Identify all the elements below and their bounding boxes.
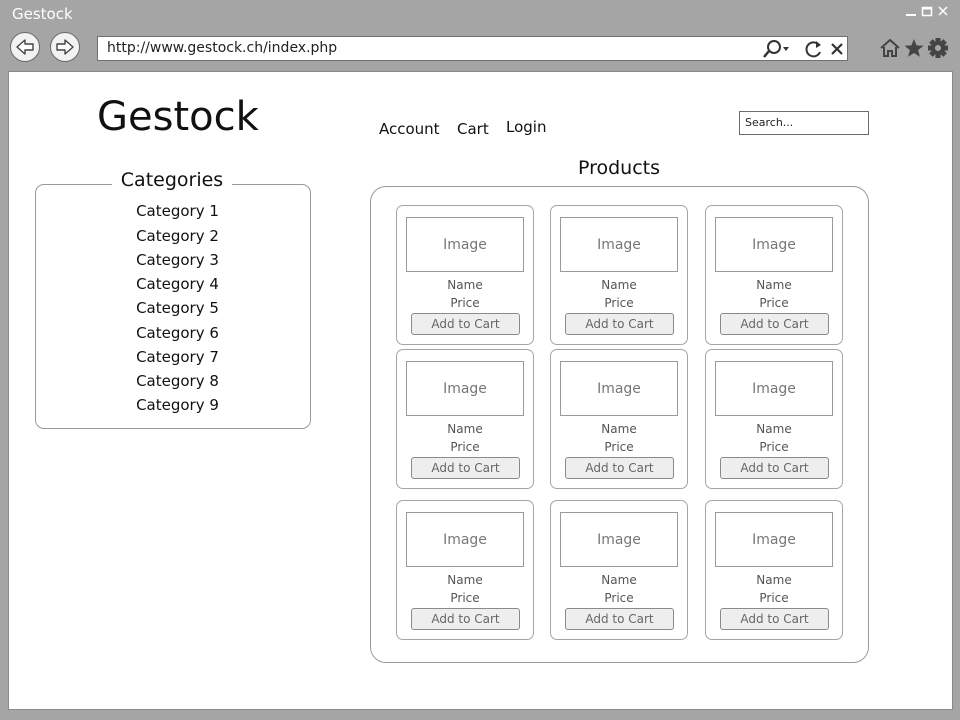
minimize-icon[interactable] [905, 4, 917, 22]
category-item[interactable]: Category 5 [110, 299, 245, 317]
close-icon[interactable] [829, 39, 845, 63]
product-card: Image Name Price Add to Cart [705, 500, 843, 640]
home-icon[interactable] [879, 37, 901, 64]
product-image[interactable]: Image [406, 512, 524, 567]
product-name: Name [447, 422, 483, 436]
product-name: Name [447, 278, 483, 292]
categories-title: Categories [112, 169, 232, 191]
category-item[interactable]: Category 6 [110, 324, 245, 342]
product-card: Image Name Price Add to Cart [550, 500, 688, 640]
product-image[interactable]: Image [715, 217, 833, 272]
product-price: Price [604, 296, 634, 310]
category-item[interactable]: Category 3 [110, 251, 245, 269]
product-image[interactable]: Image [406, 361, 524, 416]
product-card: Image Name Price Add to Cart [550, 205, 688, 345]
forward-icon [56, 39, 74, 55]
search-input[interactable]: Search... [739, 111, 869, 135]
product-name: Name [601, 278, 637, 292]
product-price: Price [759, 591, 789, 605]
add-to-cart-button[interactable]: Add to Cart [720, 457, 829, 479]
search-icon[interactable] [762, 39, 792, 63]
category-item[interactable]: Category 2 [110, 227, 245, 245]
product-price: Price [450, 591, 480, 605]
address-bar[interactable]: http://www.gestock.ch/index.php [97, 36, 848, 61]
category-item[interactable]: Category 4 [110, 275, 245, 293]
product-price: Price [604, 440, 634, 454]
product-price: Price [759, 296, 789, 310]
url-text[interactable]: http://www.gestock.ch/index.php [107, 40, 337, 56]
add-to-cart-button[interactable]: Add to Cart [411, 608, 520, 630]
add-to-cart-button[interactable]: Add to Cart [565, 608, 674, 630]
product-card: Image Name Price Add to Cart [396, 205, 534, 345]
product-image[interactable]: Image [560, 217, 678, 272]
product-image[interactable]: Image [560, 512, 678, 567]
product-card: Image Name Price Add to Cart [396, 500, 534, 640]
product-card: Image Name Price Add to Cart [705, 205, 843, 345]
window-title: Gestock [12, 5, 73, 23]
forward-button[interactable] [50, 32, 80, 62]
star-icon[interactable] [903, 37, 925, 64]
products-title: Products [577, 157, 661, 179]
product-image[interactable]: Image [715, 361, 833, 416]
product-image[interactable]: Image [560, 361, 678, 416]
add-to-cart-button[interactable]: Add to Cart [720, 313, 829, 335]
gear-icon[interactable] [927, 37, 949, 64]
add-to-cart-button[interactable]: Add to Cart [720, 608, 829, 630]
product-price: Price [450, 440, 480, 454]
product-price: Price [759, 440, 789, 454]
category-item[interactable]: Category 9 [110, 396, 245, 414]
category-item[interactable]: Category 1 [110, 202, 245, 220]
category-item[interactable]: Category 7 [110, 348, 245, 366]
back-button[interactable] [10, 32, 40, 62]
back-icon [16, 39, 34, 55]
product-name: Name [601, 422, 637, 436]
product-name: Name [756, 422, 792, 436]
add-to-cart-button[interactable]: Add to Cart [565, 313, 674, 335]
add-to-cart-button[interactable]: Add to Cart [565, 457, 674, 479]
product-name: Name [756, 278, 792, 292]
product-name: Name [447, 573, 483, 587]
category-item[interactable]: Category 8 [110, 372, 245, 390]
product-name: Name [601, 573, 637, 587]
product-card: Image Name Price Add to Cart [550, 349, 688, 489]
window-close-icon[interactable] [937, 4, 949, 22]
product-image[interactable]: Image [715, 512, 833, 567]
product-card: Image Name Price Add to Cart [705, 349, 843, 489]
nav-cart-link[interactable]: Cart [457, 120, 489, 138]
site-logo[interactable]: Gestock [97, 94, 259, 140]
add-to-cart-button[interactable]: Add to Cart [411, 313, 520, 335]
nav-login-link[interactable]: Login [506, 118, 546, 136]
product-card: Image Name Price Add to Cart [396, 349, 534, 489]
add-to-cart-button[interactable]: Add to Cart [411, 457, 520, 479]
product-price: Price [604, 591, 634, 605]
product-image[interactable]: Image [406, 217, 524, 272]
product-price: Price [450, 296, 480, 310]
nav-account-link[interactable]: Account [379, 120, 440, 138]
maximize-icon[interactable] [921, 4, 933, 22]
product-name: Name [756, 573, 792, 587]
refresh-icon[interactable] [804, 39, 824, 63]
